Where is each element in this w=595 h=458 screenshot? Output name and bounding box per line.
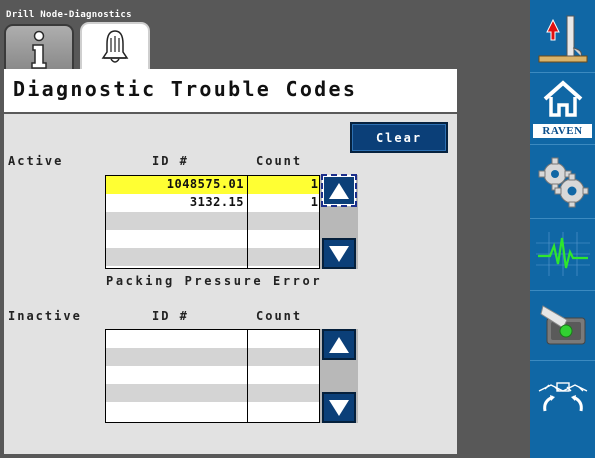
- table-row[interactable]: 3132.15 1: [106, 194, 319, 212]
- info-icon: [31, 30, 47, 69]
- inactive-dtc-table: [105, 329, 320, 423]
- inactive-scrollbar[interactable]: [320, 329, 358, 423]
- arrow-down-icon: [329, 245, 349, 262]
- home-icon: [543, 80, 582, 117]
- table-row[interactable]: [106, 330, 319, 348]
- table-row[interactable]: [106, 248, 319, 266]
- column-divider: [247, 176, 248, 268]
- alarm-bell-icon: [101, 30, 129, 63]
- divider: [530, 218, 595, 219]
- inactive-count-header: Count: [256, 309, 303, 323]
- table-row[interactable]: [106, 230, 319, 248]
- dtc-id: 1048575.01: [166, 177, 244, 191]
- tab-diagnostics[interactable]: [80, 22, 150, 70]
- dtc-panel: Diagnostic Trouble Codes Clear Active ID…: [4, 69, 457, 454]
- sidebar-item-fold[interactable]: [530, 364, 595, 432]
- table-row[interactable]: [106, 366, 319, 384]
- sidebar-item-diagnostics[interactable]: [530, 220, 595, 288]
- active-label: Active: [8, 154, 64, 168]
- active-scrollbar[interactable]: [320, 174, 358, 269]
- inactive-label: Inactive: [8, 309, 82, 323]
- sidebar-item-switch[interactable]: [530, 290, 595, 358]
- table-row[interactable]: [106, 384, 319, 402]
- inactive-scroll-down-button[interactable]: [322, 392, 356, 423]
- divider: [530, 360, 595, 361]
- active-id-header: ID #: [152, 154, 189, 168]
- inactive-scroll-up-button[interactable]: [322, 329, 356, 360]
- window-title: Drill Node-Diagnostics: [6, 10, 132, 20]
- arrow-up-icon: [329, 182, 349, 199]
- sidebar-item-implement[interactable]: [530, 4, 595, 72]
- gears-icon: [538, 157, 588, 208]
- dtc-count: 1: [310, 177, 318, 191]
- table-row[interactable]: [106, 348, 319, 366]
- table-row[interactable]: [106, 402, 319, 420]
- divider: [530, 144, 595, 145]
- boom-fold-icon: [538, 382, 587, 412]
- arrow-down-icon: [329, 399, 349, 416]
- toggle-switch-icon: [539, 305, 585, 345]
- table-row[interactable]: 1048575.01 1: [106, 176, 319, 194]
- clear-button[interactable]: Clear: [350, 122, 448, 153]
- active-dtc-table: 1048575.01 1 3132.15 1: [105, 175, 320, 269]
- column-divider: [247, 330, 248, 422]
- waveform-icon: [535, 232, 590, 276]
- raven-logo-label: RAVEN: [533, 124, 592, 138]
- active-scroll-up-button[interactable]: [321, 174, 357, 207]
- arrow-up-icon: [329, 336, 349, 353]
- sidebar: RAVEN: [530, 0, 595, 458]
- title-bar: Diagnostic Trouble Codes: [4, 69, 457, 114]
- inactive-id-header: ID #: [152, 309, 189, 323]
- active-count-header: Count: [256, 154, 303, 168]
- dtc-id: 3132.15: [189, 195, 244, 209]
- dtc-count: 1: [310, 195, 318, 209]
- tab-info[interactable]: [4, 24, 74, 69]
- sidebar-item-settings[interactable]: [530, 148, 595, 216]
- implement-lift-icon: [538, 15, 587, 63]
- page-title: Diagnostic Trouble Codes: [13, 77, 358, 101]
- active-scroll-down-button[interactable]: [322, 238, 356, 269]
- screen: Drill Node-Diagnostics Diagnostic Troubl…: [0, 0, 595, 458]
- table-row[interactable]: [106, 212, 319, 230]
- dtc-description: Packing Pressure Error: [106, 274, 323, 288]
- divider: [530, 72, 595, 73]
